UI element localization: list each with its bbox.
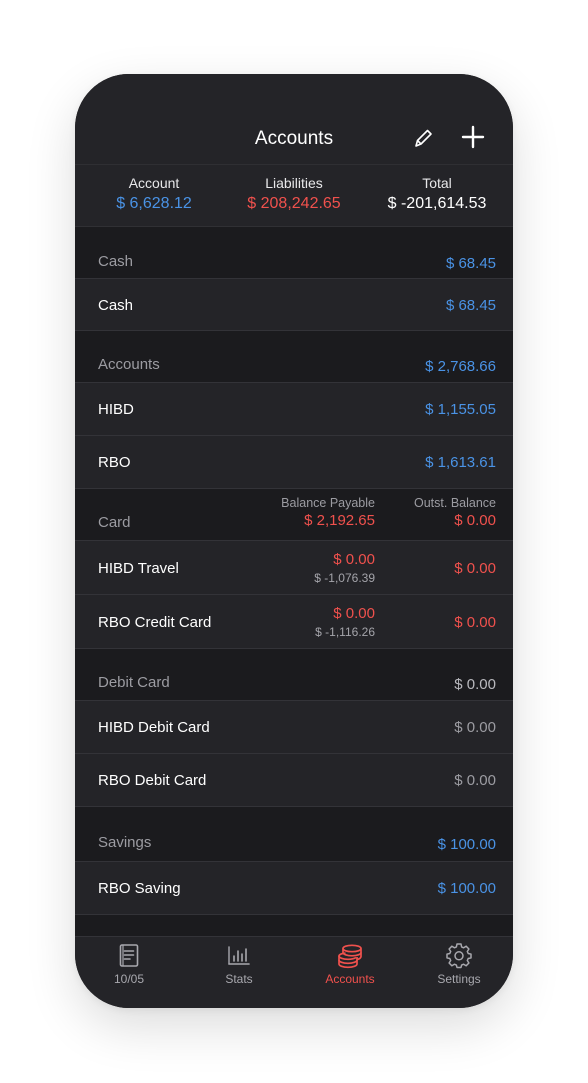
group-label: Accounts	[98, 356, 160, 373]
summary-bar: Account $ 6,628.12 Liabilities $ 208,242…	[75, 165, 513, 227]
account-row-hibd-debit-card[interactable]: HIBD Debit Card $ 0.00	[75, 701, 513, 754]
card-payable: $ 0.00 $ -1,076.39	[314, 551, 375, 585]
account-amount: $ 100.00	[437, 880, 496, 897]
card-row-hibd-travel[interactable]: HIBD Travel $ 0.00 $ -1,076.39 $ 0.00	[75, 541, 513, 595]
bar-chart-icon	[228, 946, 250, 965]
page: Accounts Account $ 6,628.12 Liabilities …	[0, 0, 588, 1083]
account-amount: $ 0.00	[454, 719, 496, 736]
summary-account: Account $ 6,628.12	[89, 175, 219, 214]
summary-total-value: $ -201,614.53	[387, 195, 487, 212]
account-amount: $ 1,613.61	[425, 454, 496, 471]
card-row-rbo-credit-card[interactable]: RBO Credit Card $ 0.00 $ -1,116.26 $ 0.0…	[75, 595, 513, 649]
summary-total-label: Total	[422, 175, 452, 191]
account-name: Cash	[98, 297, 134, 314]
outst-balance-column: Outst. Balance $ 0.00	[414, 496, 496, 529]
group-label: Card	[98, 514, 131, 531]
balance-payable-value: $ 2,192.65	[304, 512, 375, 529]
account-name: RBO	[98, 454, 131, 471]
card-outstanding: $ 0.00	[454, 614, 496, 631]
group-total: $ 68.45	[445, 255, 496, 272]
summary-liabilities-value: $ 208,242.65	[247, 195, 341, 212]
tab-accounts[interactable]: Accounts	[300, 943, 400, 986]
account-name: RBO Debit Card	[98, 772, 207, 789]
tab-daily[interactable]: 10/05	[79, 943, 179, 986]
card-balance-sub: $ -1,076.39	[314, 571, 375, 585]
account-row-rbo-saving[interactable]: RBO Saving $ 100.00	[75, 862, 513, 915]
summary-total: Total $ -201,614.53	[371, 175, 503, 214]
card-outstanding: $ 0.00	[454, 560, 496, 577]
summary-account-value: $ 6,628.12	[116, 195, 192, 212]
group-header-debit-card[interactable]: Debit Card $ 0.00	[75, 649, 513, 701]
plus-icon[interactable]	[461, 125, 485, 149]
summary-liabilities-label: Liabilities	[265, 175, 323, 191]
card-payable: $ 0.00 $ -1,116.26	[315, 605, 375, 639]
outst-balance-value: $ 0.00	[454, 512, 496, 529]
account-name: RBO Saving	[98, 880, 181, 897]
card-payable-value: $ 0.00	[333, 551, 375, 568]
summary-liabilities: Liabilities $ 208,242.65	[229, 175, 359, 214]
card-balance-sub: $ -1,116.26	[315, 625, 375, 639]
balance-payable-label: Balance Payable	[281, 496, 375, 510]
account-row-cash[interactable]: Cash $ 68.45	[75, 279, 513, 331]
group-total: $ 100.00	[437, 836, 496, 853]
account-name: HIBD Debit Card	[98, 719, 210, 736]
balance-payable-column: Balance Payable $ 2,192.65	[281, 496, 375, 529]
phone-frame: Accounts Account $ 6,628.12 Liabilities …	[75, 74, 513, 1008]
coins-icon	[338, 944, 362, 969]
tab-bar: 10/05 Stats Accounts Settings	[75, 936, 513, 1008]
group-label: Savings	[98, 834, 152, 851]
group-header-savings[interactable]: Savings $ 100.00	[75, 807, 513, 862]
gear-icon	[446, 943, 472, 969]
account-name: HIBD Travel	[98, 560, 179, 577]
group-label: Cash	[98, 253, 134, 270]
account-name: RBO Credit Card	[98, 614, 212, 631]
account-amount: $ 0.00	[454, 772, 496, 789]
tab-label: Stats	[225, 972, 253, 986]
group-total: $ 0.00	[454, 676, 496, 693]
outst-balance-label: Outst. Balance	[414, 496, 496, 510]
tab-label: 10/05	[113, 972, 145, 986]
pencil-icon[interactable]	[412, 126, 434, 150]
account-amount: $ 1,155.05	[425, 401, 496, 418]
account-name: HIBD	[98, 401, 134, 418]
summary-account-label: Account	[128, 175, 180, 191]
page-title: Accounts	[254, 128, 334, 149]
notebook-icon	[119, 944, 139, 967]
group-header-card[interactable]: Card Balance Payable $ 2,192.65 Outst. B…	[75, 489, 513, 541]
tab-label: Accounts	[325, 972, 375, 986]
tab-stats[interactable]: Stats	[189, 943, 289, 986]
tab-label: Settings	[437, 972, 481, 986]
account-row-hibd[interactable]: HIBD $ 1,155.05	[75, 383, 513, 436]
group-label: Debit Card	[98, 674, 170, 691]
account-amount: $ 68.45	[445, 297, 496, 314]
group-header-accounts[interactable]: Accounts $ 2,768.66	[75, 331, 513, 383]
group-header-cash[interactable]: Cash $ 68.45	[75, 227, 513, 279]
tab-settings[interactable]: Settings	[409, 943, 509, 986]
nav-header: Accounts	[75, 74, 513, 165]
account-row-rbo-debit-card[interactable]: RBO Debit Card $ 0.00	[75, 754, 513, 807]
group-total: $ 2,768.66	[425, 358, 496, 375]
card-payable-value: $ 0.00	[333, 605, 375, 622]
account-row-rbo[interactable]: RBO $ 1,613.61	[75, 436, 513, 489]
